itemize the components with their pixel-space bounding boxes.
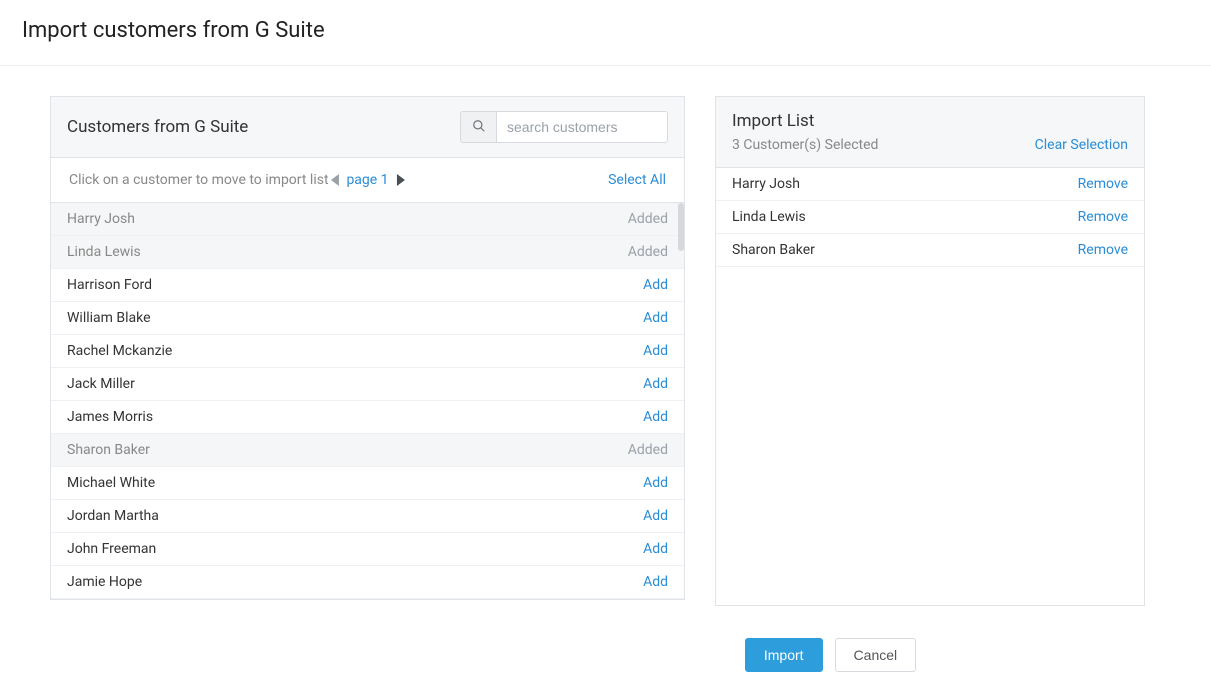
import-button[interactable]: Import (745, 638, 823, 672)
customer-name: William Blake (67, 310, 151, 326)
import-list-header: Import List 3 Customer(s) Selected Clear… (716, 97, 1144, 168)
import-list-title: Import List (732, 111, 1128, 131)
add-link[interactable]: Add (643, 310, 668, 326)
customer-name: James Morris (67, 409, 153, 425)
added-label: Added (628, 244, 668, 260)
customer-row[interactable]: Jack Miller Add (51, 368, 684, 401)
import-name: Linda Lewis (732, 209, 806, 225)
import-row: Sharon Baker Remove (716, 234, 1144, 267)
customer-row[interactable]: Jamie Hope Add (51, 566, 684, 599)
customer-row[interactable]: Jordan Martha Add (51, 500, 684, 533)
import-list-panel: Import List 3 Customer(s) Selected Clear… (715, 96, 1145, 606)
customer-name: Harrison Ford (67, 277, 152, 293)
remove-link[interactable]: Remove (1078, 176, 1128, 192)
search-button[interactable] (461, 112, 497, 142)
page-title: Import customers from G Suite (22, 18, 1189, 43)
pager-prev-icon[interactable] (330, 174, 340, 186)
customer-row[interactable]: Harrison Ford Add (51, 269, 684, 302)
pager-next-icon[interactable] (395, 174, 405, 186)
search-input[interactable] (497, 112, 667, 142)
remove-link[interactable]: Remove (1078, 242, 1128, 258)
customer-name: Jack Miller (67, 376, 135, 392)
customer-row[interactable]: William Blake Add (51, 302, 684, 335)
customer-row[interactable]: John Freeman Add (51, 533, 684, 566)
selected-count-text: 3 Customer(s) Selected (732, 137, 878, 153)
pager-label[interactable]: page 1 (346, 172, 388, 188)
added-label: Added (628, 442, 668, 458)
customer-name: Linda Lewis (67, 244, 141, 260)
add-link[interactable]: Add (643, 277, 668, 293)
customers-panel: Customers from G Suite Click on a custom… (50, 96, 685, 600)
add-link[interactable]: Add (643, 508, 668, 524)
remove-link[interactable]: Remove (1078, 209, 1128, 225)
add-link[interactable]: Add (643, 343, 668, 359)
add-link[interactable]: Add (643, 376, 668, 392)
customer-name: Harry Josh (67, 211, 135, 227)
customer-row[interactable]: James Morris Add (51, 401, 684, 434)
clear-selection-link[interactable]: Clear Selection (1035, 137, 1128, 153)
import-row: Linda Lewis Remove (716, 201, 1144, 234)
added-label: Added (628, 211, 668, 227)
scrollbar-thumb[interactable] (678, 203, 684, 251)
import-row: Harry Josh Remove (716, 168, 1144, 201)
customer-name: Jamie Hope (67, 574, 142, 590)
add-link[interactable]: Add (643, 574, 668, 590)
page-header: Import customers from G Suite (0, 0, 1211, 66)
customer-name: Rachel Mckanzie (67, 343, 172, 359)
customer-name: Sharon Baker (67, 442, 150, 458)
customer-row[interactable]: Rachel Mckanzie Add (51, 335, 684, 368)
customer-row[interactable]: Sharon Baker Added (51, 434, 684, 467)
import-list: Harry JoshRemoveLinda LewisRemoveSharon … (716, 168, 1144, 267)
pager: page 1 (330, 172, 404, 188)
add-link[interactable]: Add (643, 475, 668, 491)
cancel-button[interactable]: Cancel (835, 638, 917, 672)
customers-panel-title: Customers from G Suite (67, 117, 248, 137)
content-area: Customers from G Suite Click on a custom… (0, 66, 1211, 606)
select-all-link[interactable]: Select All (608, 172, 666, 188)
import-name: Harry Josh (732, 176, 800, 192)
customer-row[interactable]: Harry Josh Added (51, 203, 684, 236)
customer-row[interactable]: Linda Lewis Added (51, 236, 684, 269)
customers-panel-header: Customers from G Suite Click on a custom… (51, 97, 684, 203)
customer-list: Harry Josh Added Linda Lewis Added Harrison … (51, 203, 684, 599)
add-link[interactable]: Add (643, 541, 668, 557)
customer-name: Michael White (67, 475, 155, 491)
hint-text: Click on a customer to move to import li… (69, 172, 329, 188)
import-name: Sharon Baker (732, 242, 815, 258)
search-icon (472, 119, 486, 136)
customer-name: Jordan Martha (67, 508, 159, 524)
search-wrap (460, 111, 668, 143)
customer-row[interactable]: Michael White Add (51, 467, 684, 500)
add-link[interactable]: Add (643, 409, 668, 425)
customer-name: John Freeman (67, 541, 156, 557)
footer: Import Cancel (201, 618, 1011, 692)
